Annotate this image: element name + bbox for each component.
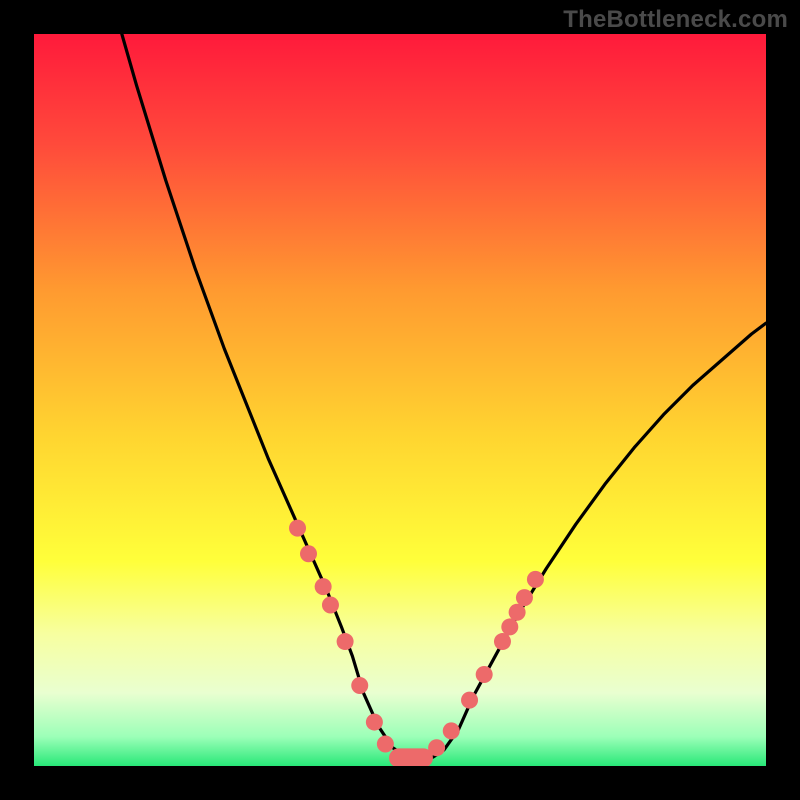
marker-dot [289,520,306,537]
marker-dot [461,692,478,709]
marker-dot [337,633,354,650]
marker-dot [443,722,460,739]
marker-dot [494,633,511,650]
plot-area [34,34,766,766]
chart-svg [34,34,766,766]
marker-dot [366,714,383,731]
marker-dot [377,736,394,753]
marker-dot [322,596,339,613]
watermark-text: TheBottleneck.com [563,6,788,34]
marker-dot [527,571,544,588]
chart-frame: TheBottleneck.com [0,0,800,800]
marker-dot [509,604,526,621]
marker-dot [501,618,518,635]
marker-dot [300,545,317,562]
marker-dot [516,589,533,606]
marker-dot [476,666,493,683]
flat-marker [389,748,433,766]
gradient-background [34,34,766,766]
marker-dot [315,578,332,595]
marker-dot [351,677,368,694]
